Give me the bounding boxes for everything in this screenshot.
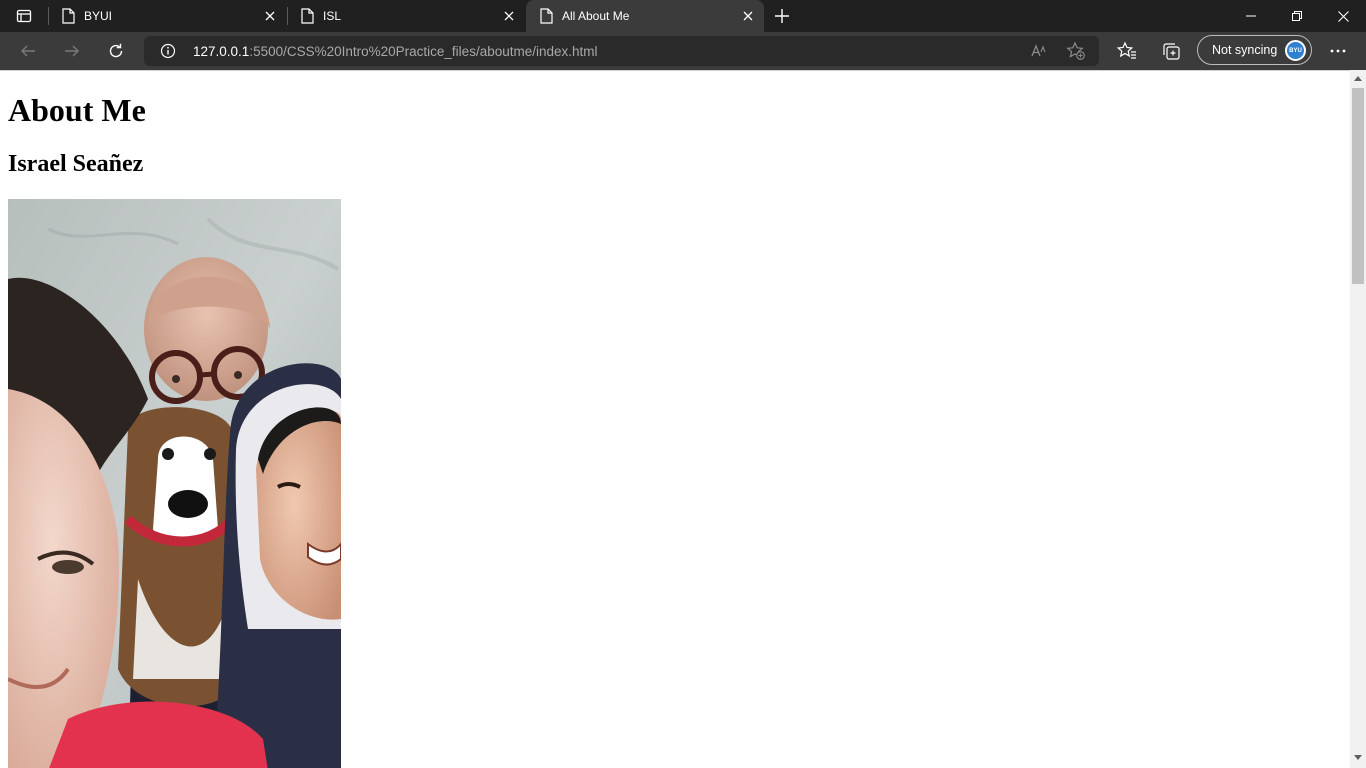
back-arrow-icon [21, 45, 35, 57]
vertical-scrollbar[interactable] [1350, 70, 1366, 768]
collections-icon [1163, 43, 1180, 60]
restore-icon [1292, 11, 1302, 21]
plus-icon [775, 9, 789, 23]
close-icon[interactable] [501, 8, 517, 24]
tab-strip: BYUI ISL All About Me [0, 0, 1366, 32]
page-heading: About Me [8, 92, 146, 128]
favorites-button[interactable] [1116, 40, 1138, 62]
new-tab-button[interactable] [770, 4, 794, 28]
page-icon [60, 8, 76, 24]
refresh-button[interactable] [102, 37, 130, 65]
read-aloud-icon[interactable] [1030, 41, 1050, 61]
collections-button[interactable] [1160, 40, 1182, 62]
scroll-down-icon[interactable] [1354, 754, 1362, 762]
back-button[interactable] [14, 37, 42, 65]
scrollbar-thumb[interactable] [1352, 88, 1364, 284]
close-icon [1337, 10, 1349, 22]
tab-isl[interactable]: ISL [287, 0, 525, 32]
page-icon [299, 8, 315, 24]
restore-button[interactable] [1274, 0, 1320, 32]
url-text[interactable]: 127.0.0.1:5500/CSS%20Intro%20Practice_fi… [193, 44, 598, 59]
tab-title: BYUI [84, 9, 113, 23]
refresh-icon [109, 43, 123, 58]
tab-byui[interactable]: BYUI [48, 0, 286, 32]
address-bar[interactable]: 127.0.0.1:5500/CSS%20Intro%20Practice_fi… [144, 36, 1099, 66]
page-icon [538, 8, 554, 24]
person-name: Israel Seañez [8, 151, 144, 177]
close-icon[interactable] [262, 8, 278, 24]
scroll-up-icon[interactable] [1354, 74, 1362, 82]
tab-title: ISL [323, 9, 342, 23]
more-icon [1330, 49, 1346, 53]
window-close-button[interactable] [1320, 0, 1366, 32]
tab-actions-icon[interactable] [8, 4, 40, 28]
minimize-button[interactable] [1228, 0, 1274, 32]
toolbar: 127.0.0.1:5500/CSS%20Intro%20Practice_fi… [0, 32, 1366, 70]
profile-button[interactable]: Not syncing BYU [1197, 35, 1312, 65]
more-button[interactable] [1327, 40, 1349, 62]
close-icon[interactable] [740, 8, 756, 24]
avatar: BYU [1285, 40, 1306, 61]
url-host: 127.0.0.1 [193, 44, 250, 59]
forward-button[interactable] [58, 37, 86, 65]
minimize-icon [1246, 15, 1256, 17]
info-icon[interactable] [160, 43, 176, 59]
page-content: About Me Israel Seañez [0, 70, 1350, 768]
forward-arrow-icon [65, 45, 79, 57]
url-path: :5500/CSS%20Intro%20Practice_files/about… [249, 44, 598, 59]
tab-all-about-me[interactable]: All About Me [526, 0, 764, 32]
family-photo [8, 199, 341, 768]
tab-title: All About Me [562, 9, 630, 23]
profile-label: Not syncing [1212, 43, 1278, 57]
favorites-icon [1117, 41, 1136, 59]
add-favorite-icon[interactable] [1066, 41, 1086, 61]
